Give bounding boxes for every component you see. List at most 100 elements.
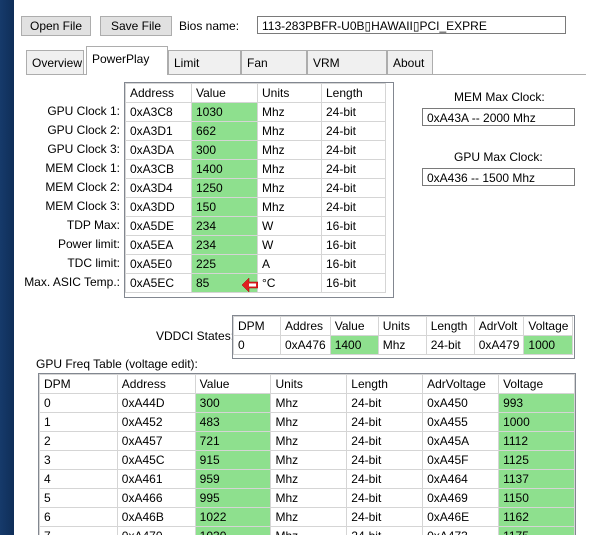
voltage-cell[interactable]: 1125	[498, 450, 575, 470]
column-header: Voltage	[498, 374, 575, 394]
length-cell: 24-bit	[321, 159, 386, 179]
table-row[interactable]: 0xA5E0 225 A 16-bit	[125, 254, 386, 274]
table-row[interactable]: 0xA3D1 662 Mhz 24-bit	[125, 121, 386, 141]
vddci-table: DPM Addres Value Units Length AdrVolt Vo…	[232, 315, 575, 359]
tab-about[interactable]: About	[387, 50, 433, 74]
length-cell: 24-bit	[346, 526, 424, 535]
address-cell: 0xA46B	[116, 507, 196, 527]
tab-overview[interactable]: Overview	[26, 50, 84, 74]
units-cell: W	[257, 235, 322, 255]
gpu-freq-table: DPM Address Value Units Length AdrVoltag…	[38, 373, 576, 535]
units-cell: Mhz	[270, 507, 348, 527]
length-cell: 24-bit	[346, 450, 424, 470]
gpu-max-clock-field[interactable]: 0xA436 -- 1500 Mhz	[422, 168, 575, 186]
length-cell: 16-bit	[321, 235, 386, 255]
table-row[interactable]: 0xA5EA 234 W 16-bit	[125, 235, 386, 255]
tab-powerplay[interactable]: PowerPlay	[86, 46, 168, 75]
value-cell[interactable]: 234	[191, 235, 258, 255]
voltage-cell[interactable]: 993	[498, 393, 575, 413]
table-row[interactable]: 0xA3CB 1400 Mhz 24-bit	[125, 159, 386, 179]
length-cell: 24-bit	[346, 412, 424, 432]
value-cell[interactable]: 662	[191, 121, 258, 141]
units-cell: A	[257, 254, 322, 274]
mem-max-clock-label: MEM Max Clock:	[454, 90, 545, 104]
units-cell: Mhz	[270, 526, 348, 535]
value-cell[interactable]: 483	[194, 412, 272, 432]
table-header: DPM Addres Value Units Length AdrVolt Vo…	[233, 316, 574, 336]
length-cell: 24-bit	[346, 488, 424, 508]
length-cell: 24-bit	[346, 393, 424, 413]
address-cell: 0xA5DE	[125, 216, 192, 236]
table-row[interactable]: 4 0xA461 959 Mhz 24-bit 0xA464 1137	[39, 469, 575, 489]
value-cell[interactable]: 1250	[191, 178, 258, 198]
row-label: GPU Clock 3:	[47, 142, 120, 156]
voltage-cell[interactable]: 1000	[523, 335, 574, 355]
units-cell: Mhz	[270, 488, 348, 508]
table-row[interactable]: 0xA3DD 150 Mhz 24-bit	[125, 197, 386, 217]
row-label: GPU Clock 2:	[47, 123, 120, 137]
table-row[interactable]: 0xA3D4 1250 Mhz 24-bit	[125, 178, 386, 198]
units-cell: Mhz	[257, 140, 322, 160]
value-cell[interactable]: 995	[194, 488, 272, 508]
units-cell: Mhz	[270, 469, 348, 489]
adr-voltage-cell: 0xA45F	[422, 450, 500, 470]
address-cell: 0xA452	[116, 412, 196, 432]
value-cell[interactable]: 150	[191, 197, 258, 217]
bios-name-field[interactable]: 113-283PBFR-U0B▯HAWAII▯PCI_EXPRE	[257, 16, 566, 34]
voltage-cell[interactable]: 1137	[498, 469, 575, 489]
voltage-cell[interactable]: 1112	[498, 431, 575, 451]
row-label: Max. ASIC Temp.:	[24, 275, 120, 289]
column-header: DPM	[39, 374, 118, 394]
adr-voltage-cell: 0xA473	[422, 526, 500, 535]
voltage-cell[interactable]: 1150	[498, 488, 575, 508]
voltage-cell[interactable]: 1175	[498, 526, 575, 535]
address-cell: 0xA45C	[116, 450, 196, 470]
tab-vrm-settings[interactable]: VRM settings	[307, 50, 387, 94]
table-row[interactable]: 6 0xA46B 1022 Mhz 24-bit 0xA46E 1162	[39, 507, 575, 527]
value-cell[interactable]: 1030	[194, 526, 272, 535]
table-row[interactable]: 70xA4701030Mhz24-bit0xA4731175	[39, 526, 575, 535]
table-row[interactable]: 1 0xA452 483 Mhz 24-bit 0xA455 1000	[39, 412, 575, 432]
length-cell: 24-bit	[321, 178, 386, 198]
units-cell: Mhz	[257, 197, 322, 217]
length-cell: 24-bit	[321, 140, 386, 160]
length-cell: 24-bit	[425, 335, 475, 355]
value-cell[interactable]: 915	[194, 450, 272, 470]
value-cell[interactable]: 959	[194, 469, 272, 489]
row-label: TDP Max:	[66, 218, 120, 232]
dpm-cell: 2	[39, 431, 118, 451]
table-row[interactable]: 0 0xA44D 300 Mhz 24-bit 0xA450 993	[39, 393, 575, 413]
save-file-button[interactable]: Save File	[100, 16, 172, 36]
table-row[interactable]: 5 0xA466 995 Mhz 24-bit 0xA469 1150	[39, 488, 575, 508]
powerplay-row-labels: GPU Clock 1: GPU Clock 2: GPU Clock 3: M…	[14, 104, 120, 304]
value-cell[interactable]: 1030	[191, 102, 258, 122]
value-cell[interactable]: 721	[194, 431, 272, 451]
open-file-button[interactable]: Open File	[21, 16, 91, 36]
row-label: MEM Clock 1:	[45, 161, 120, 175]
address-cell: 0xA3DA	[125, 140, 192, 160]
value-cell[interactable]: 1022	[194, 507, 272, 527]
units-cell: Mhz	[257, 121, 322, 141]
mem-max-clock-field[interactable]: 0xA43A -- 2000 Mhz	[422, 108, 575, 126]
column-header: Units	[270, 374, 348, 394]
vddci-states-label: VDDCI States:	[156, 329, 235, 343]
value-cell[interactable]: 300	[194, 393, 272, 413]
voltage-cell[interactable]: 1162	[498, 507, 575, 527]
table-row[interactable]: 3 0xA45C 915 Mhz 24-bit 0xA45F 1125	[39, 450, 575, 470]
value-cell[interactable]: 234	[191, 216, 258, 236]
length-cell: 24-bit	[321, 197, 386, 217]
table-row[interactable]: 0xA5DE 234 W 16-bit	[125, 216, 386, 236]
table-row[interactable]: 2 0xA457 721 Mhz 24-bit 0xA45A 1112	[39, 431, 575, 451]
tab-limit-tables[interactable]: Limit Tables	[168, 50, 241, 94]
value-cell[interactable]: 1400	[329, 335, 379, 355]
units-cell: Mhz	[257, 178, 322, 198]
table-row[interactable]: 0xA3C8 1030 Mhz 24-bit	[125, 102, 386, 122]
value-cell[interactable]: 225	[191, 254, 258, 274]
table-row[interactable]: 0 0xA476 1400 Mhz 24-bit 0xA479 1000	[233, 335, 574, 355]
value-cell[interactable]: 1400	[191, 159, 258, 179]
value-cell[interactable]: 300	[191, 140, 258, 160]
tab-fan-profile[interactable]: Fan profile	[241, 50, 307, 94]
voltage-cell[interactable]: 1000	[498, 412, 575, 432]
dpm-cell: 1	[39, 412, 118, 432]
table-row[interactable]: 0xA3DA 300 Mhz 24-bit	[125, 140, 386, 160]
